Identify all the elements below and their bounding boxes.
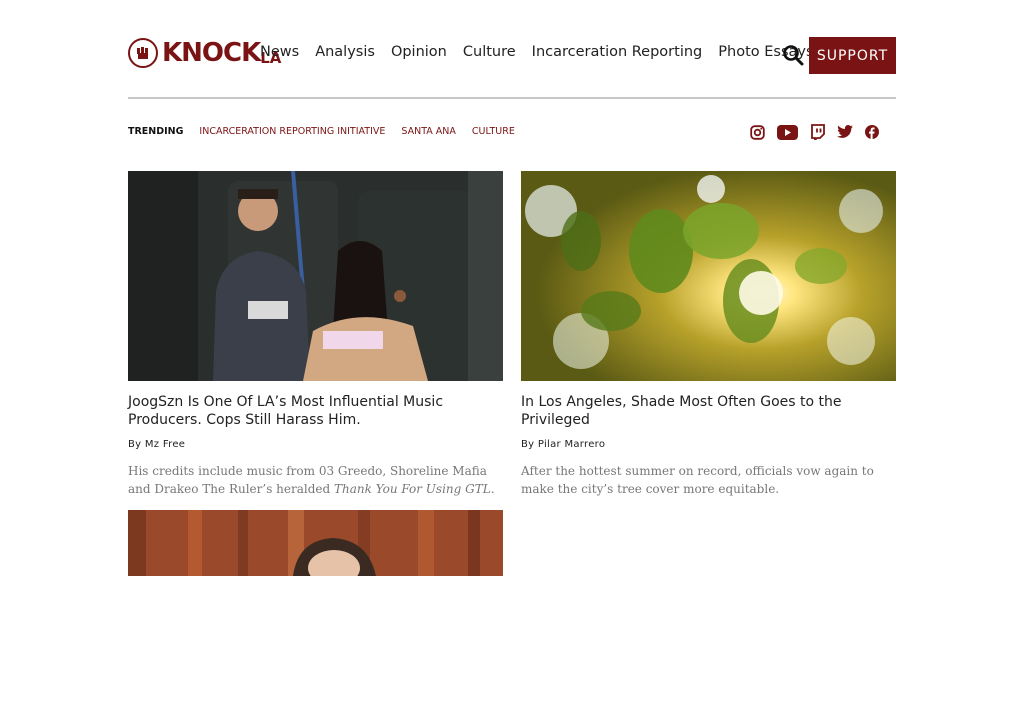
search-icon[interactable]: [782, 44, 804, 66]
nav-culture[interactable]: Culture: [463, 44, 516, 60]
trending-label: TRENDING: [128, 126, 184, 137]
article-image[interactable]: [521, 171, 896, 381]
site-header: KNOCK LA News Analysis Opinion Culture I…: [128, 36, 896, 74]
article-title[interactable]: JoogSzn Is One Of LA’s Most Influential …: [128, 393, 503, 429]
article-image[interactable]: [128, 171, 503, 381]
article-dek-italic: Thank You For Using GTL: [334, 482, 491, 496]
trending-santa-ana[interactable]: SANTA ANA: [401, 126, 456, 137]
social-links: [750, 124, 879, 140]
logo-text: KNOCK: [162, 38, 261, 68]
trending-culture[interactable]: CULTURE: [472, 126, 515, 137]
nav-news[interactable]: News: [260, 44, 299, 60]
article-image[interactable]: [128, 510, 503, 720]
article-dek: After the hottest summer on record, offi…: [521, 464, 874, 496]
instagram-icon[interactable]: [750, 124, 765, 140]
article-card[interactable]: In Los Angeles, Shade Most Often Goes to…: [521, 171, 896, 498]
nav-incarceration-reporting[interactable]: Incarceration Reporting: [532, 44, 703, 60]
twitter-icon[interactable]: [837, 124, 853, 140]
nav-analysis[interactable]: Analysis: [315, 44, 375, 60]
header-divider: [128, 97, 896, 99]
article-dek-suffix: .: [490, 482, 495, 496]
trending-incarceration-reporting-initiative[interactable]: INCARCERATION REPORTING INITIATIVE: [199, 126, 385, 137]
article-card[interactable]: JoogSzn Is One Of LA’s Most Influential …: [128, 171, 503, 498]
main-nav: News Analysis Opinion Culture Incarcerat…: [260, 44, 814, 60]
youtube-icon[interactable]: [777, 124, 798, 140]
knock-la-logo[interactable]: KNOCK LA: [128, 38, 281, 68]
support-button[interactable]: SUPPORT: [809, 37, 896, 74]
facebook-icon[interactable]: [865, 124, 879, 140]
article-card[interactable]: [128, 510, 503, 720]
article-dek: His credits include music from 03 Greedo…: [128, 462, 503, 498]
article-byline[interactable]: By Pilar Marrero: [521, 439, 896, 450]
twitch-icon[interactable]: [810, 124, 825, 140]
trending-bar: TRENDING INCARCERATION REPORTING INITIAT…: [128, 126, 515, 137]
article-title[interactable]: In Los Angeles, Shade Most Often Goes to…: [521, 393, 896, 429]
nav-opinion[interactable]: Opinion: [391, 44, 447, 60]
article-byline[interactable]: By Mz Free: [128, 439, 503, 450]
fist-icon: [128, 38, 158, 68]
